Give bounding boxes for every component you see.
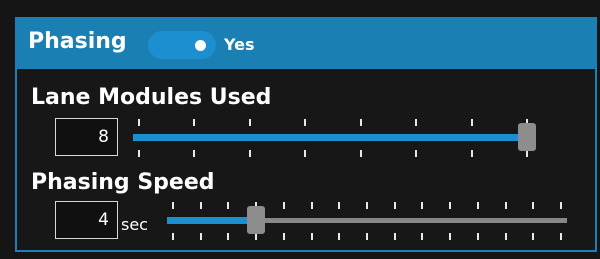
slider-tick (526, 150, 528, 157)
panel-title: Phasing (28, 29, 127, 54)
toggle-state-label: Yes (224, 35, 255, 54)
phasing-speed-unit: sec (121, 215, 148, 234)
slider-tick (304, 150, 307, 157)
slider-tick (421, 202, 424, 209)
phasing-speed-slider[interactable] (167, 199, 567, 243)
slider-thumb[interactable] (247, 206, 266, 234)
phasing-speed-value-field[interactable]: 4 (55, 201, 118, 239)
slider-tick (470, 119, 473, 126)
slider-tick (532, 233, 535, 240)
slider-track-filled (167, 217, 257, 224)
panel-header: Phasing Yes (17, 19, 595, 69)
slider-tick (504, 202, 507, 209)
slider-tick (449, 202, 452, 209)
slider-tick (476, 202, 479, 209)
slider-tick (532, 202, 535, 209)
slider-tick (366, 233, 368, 240)
slider-tick (310, 202, 313, 209)
lane-modules-label: Lane Modules Used (31, 85, 272, 110)
slider-tick (421, 233, 424, 240)
slider-tick (227, 233, 230, 240)
slider-tick (193, 119, 196, 126)
slider-tick (359, 119, 362, 126)
slider-tick (366, 202, 368, 209)
lane-modules-slider[interactable] (133, 116, 536, 160)
slider-tick (310, 233, 313, 240)
slider-tick (172, 233, 174, 240)
slider-tick (248, 150, 251, 157)
slider-tick (560, 233, 562, 240)
slider-tick (138, 119, 140, 126)
slider-tick (393, 233, 396, 240)
toggle-knob (195, 40, 206, 51)
slider-tick (248, 119, 251, 126)
slider-tick (193, 150, 196, 157)
slider-tick (227, 202, 230, 209)
slider-tick (476, 233, 479, 240)
slider-tick (470, 150, 473, 157)
slider-tick (199, 202, 202, 209)
slider-track-filled (133, 134, 527, 141)
slider-tick (138, 150, 140, 157)
slider-tick (338, 233, 341, 240)
slider-tick (172, 202, 174, 209)
slider-tick (304, 119, 307, 126)
slider-tick (338, 202, 341, 209)
slider-thumb[interactable] (518, 123, 536, 151)
slider-tick (449, 233, 452, 240)
slider-track-empty (256, 218, 567, 223)
slider-tick (282, 202, 285, 209)
slider-tick (359, 150, 362, 157)
slider-tick (282, 233, 285, 240)
phasing-panel: Phasing Yes Lane Modules Used 8 Phasing … (15, 17, 597, 252)
phasing-toggle[interactable] (148, 31, 216, 59)
slider-tick (560, 202, 562, 209)
phasing-speed-label: Phasing Speed (31, 170, 215, 195)
slider-tick (415, 119, 418, 126)
lane-modules-value-field[interactable]: 8 (55, 118, 118, 156)
slider-tick (199, 233, 202, 240)
slider-tick (255, 233, 258, 240)
slider-tick (504, 233, 507, 240)
slider-tick (415, 150, 418, 157)
slider-tick (393, 202, 396, 209)
